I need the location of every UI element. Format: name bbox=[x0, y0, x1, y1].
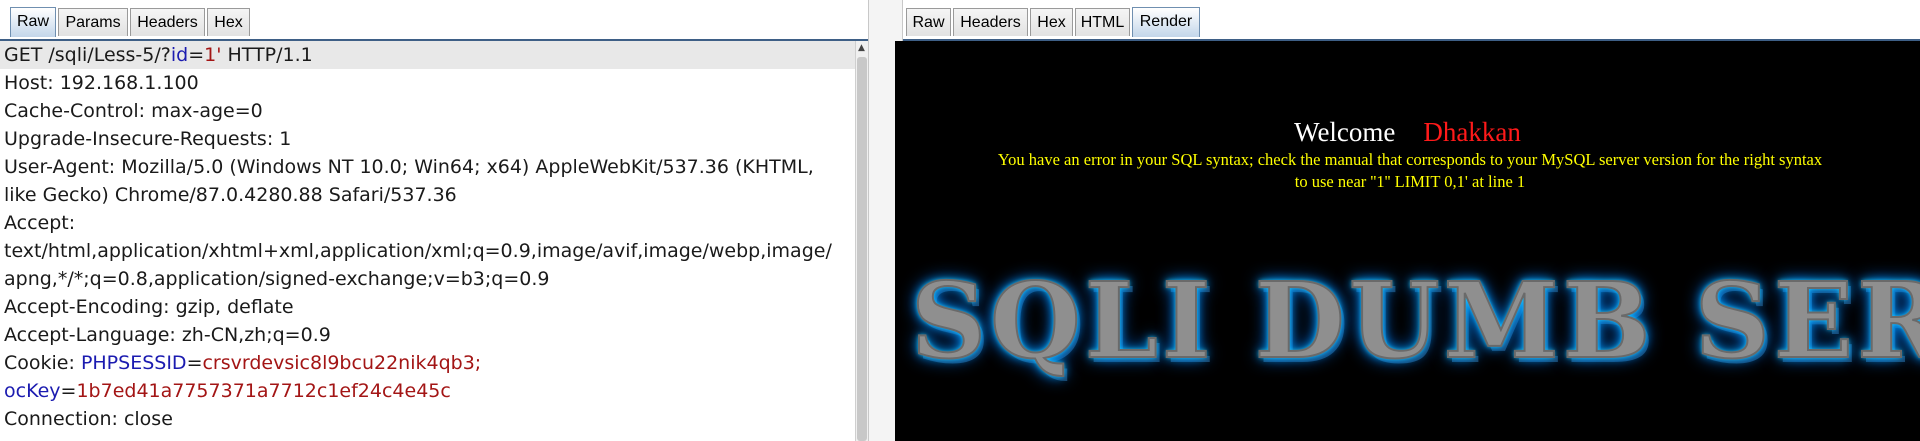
header-cookie: Cookie: PHPSESSID=crsvrdevsic8l9bcu22nik… bbox=[4, 349, 481, 377]
request-editor[interactable]: GET /sqli/Less-5/?id=1' HTTP/1.1 Host: 1… bbox=[0, 41, 855, 441]
header-cache-control: Cache-Control: max-age=0 bbox=[4, 100, 263, 122]
cookie-name: ocKey bbox=[4, 380, 61, 402]
sql-error-line-2: to use near ''1'' LIMIT 0,1' at line 1 bbox=[1294, 172, 1526, 191]
tab-headers[interactable]: Headers bbox=[130, 8, 205, 36]
tab-render[interactable]: Render bbox=[1132, 7, 1200, 37]
sqli-dumb-series-banner: SQLI DUMB SERIES bbox=[910, 258, 1920, 383]
scroll-up-arrow-icon[interactable]: ▲ bbox=[858, 43, 865, 53]
request-scrollbar[interactable]: ▲ bbox=[855, 41, 868, 441]
cookie-equals: = bbox=[60, 380, 77, 402]
request-tab-bar: Raw Params Headers Hex bbox=[0, 0, 868, 41]
request-line: GET /sqli/Less-5/?id=1' HTTP/1.1 bbox=[0, 41, 855, 69]
welcome-text: Welcome bbox=[1294, 117, 1396, 147]
cookie-value: crsvrdevsic8l9bcu22nik4qb3; bbox=[202, 352, 482, 374]
tab-html[interactable]: HTML bbox=[1075, 8, 1130, 36]
response-tab-bar: Raw Headers Hex HTML Render bbox=[903, 0, 1920, 41]
header-accept-language: Accept-Language: zh-CN,zh;q=0.9 bbox=[4, 324, 331, 346]
cookie-label: Cookie: bbox=[4, 352, 81, 374]
tab-hex[interactable]: Hex bbox=[207, 8, 250, 36]
header-user-agent-wrap: like Gecko) Chrome/87.0.4280.88 Safari/5… bbox=[4, 184, 457, 206]
sql-error-line-1: You have an error in your SQL syntax; ch… bbox=[997, 150, 1823, 169]
cookie-equals: = bbox=[186, 352, 203, 374]
header-accept-encoding: Accept-Encoding: gzip, deflate bbox=[4, 296, 294, 318]
header-connection: Connection: close bbox=[4, 408, 173, 430]
header-upgrade-insecure: Upgrade-Insecure-Requests: 1 bbox=[4, 128, 292, 150]
welcome-heading: Welcome Dhakkan bbox=[895, 117, 1920, 148]
request-method-path: GET /sqli/Less-5/? bbox=[4, 44, 171, 66]
header-host: Host: 192.168.1.100 bbox=[4, 72, 199, 94]
cookie-value: 1b7ed41a7757371a7712c1ef24c4e45c bbox=[76, 380, 451, 402]
user-name: Dhakkan bbox=[1423, 117, 1521, 147]
scrollbar-thumb[interactable] bbox=[857, 57, 867, 441]
tab-raw[interactable]: Raw bbox=[10, 7, 56, 37]
tab-raw[interactable]: Raw bbox=[906, 8, 951, 36]
sql-error-message: You have an error in your SQL syntax; ch… bbox=[907, 149, 1913, 193]
query-param-value: 1' bbox=[204, 44, 222, 66]
http-version: HTTP/1.1 bbox=[221, 44, 313, 66]
tab-headers[interactable]: Headers bbox=[953, 8, 1028, 36]
query-param-equals: = bbox=[188, 44, 205, 66]
header-accept-value: text/html,application/xhtml+xml,applicat… bbox=[4, 240, 832, 262]
query-param-name: id bbox=[170, 44, 189, 66]
header-accept: Accept: bbox=[4, 212, 76, 234]
tab-params[interactable]: Params bbox=[58, 8, 128, 36]
header-user-agent: User-Agent: Mozilla/5.0 (Windows NT 10.0… bbox=[4, 156, 814, 178]
tab-hex[interactable]: Hex bbox=[1030, 8, 1073, 36]
cookie-name: PHPSESSID bbox=[80, 352, 187, 374]
render-view: Welcome Dhakkan You have an error in your… bbox=[895, 41, 1920, 441]
header-cookie-wrap: ocKey=1b7ed41a7757371a7712c1ef24c4e45c bbox=[4, 377, 451, 405]
header-accept-value-wrap: apng,*/*;q=0.8,application/signed-exchan… bbox=[4, 268, 550, 290]
